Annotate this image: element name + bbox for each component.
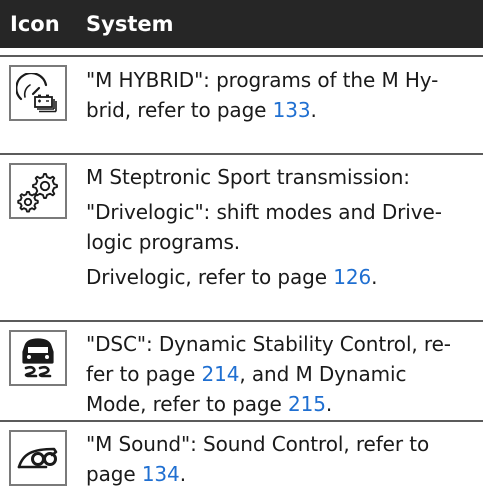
row2-para3-end: . — [371, 265, 378, 289]
row-text: "M Sound": Sound Control, refer to page … — [86, 429, 471, 489]
row1-line2-end: . — [310, 98, 317, 122]
row2-para1: M Steptronic Sport transmission: — [86, 165, 410, 189]
table-row-m-sound: "M Sound": Sound Control, refer to page … — [0, 420, 483, 486]
table-row-dsc: "DSC": Dynamic Stability Control, re- fe… — [0, 320, 483, 416]
m-hybrid-icon — [9, 65, 67, 121]
row3-line1: "DSC": Dynamic Stability Control, re- — [86, 332, 451, 356]
page-link-215[interactable]: 215 — [288, 392, 326, 416]
m-sound-icon-svg — [17, 447, 58, 469]
row3-line2-end: , and M Dynamic — [239, 362, 407, 386]
row-text: "M HYBRID": programs of the M Hy- brid, … — [86, 65, 471, 125]
dsc-icon-svg — [22, 338, 54, 378]
m-sound-icon — [9, 430, 67, 486]
row2-para2-line2: logic programs. — [86, 230, 241, 254]
header-system-label: System — [86, 12, 174, 36]
page-link-126[interactable]: 126 — [333, 265, 371, 289]
row3-line3: Mode, refer to page — [86, 392, 288, 416]
row4-line2-end: . — [179, 462, 186, 486]
table-header: Icon System — [0, 0, 483, 48]
row-text: M Steptronic Sport transmission: "Drivel… — [86, 162, 471, 292]
page-link-214[interactable]: 214 — [201, 362, 239, 386]
row4-line1: "M Sound": Sound Control, refer to — [86, 432, 430, 456]
table-row-m-hybrid: "M HYBRID": programs of the M Hy- brid, … — [0, 55, 483, 141]
m-hybrid-icon-svg — [16, 73, 57, 113]
dsc-skid-icon — [9, 330, 67, 386]
page-link-133[interactable]: 133 — [273, 98, 311, 122]
header-icon-label: Icon — [10, 12, 60, 36]
systems-table: Icon System "M HYBRID": programs of the … — [0, 0, 483, 486]
row1-line1: "M HYBRID": programs of the M Hy- — [86, 68, 439, 92]
row3-line2: fer to page — [86, 362, 202, 386]
row4-line2: page — [86, 462, 142, 486]
drivelogic-gears-icon — [9, 163, 67, 219]
row3-line3-end: . — [325, 392, 333, 416]
row1-line2: brid, refer to page — [86, 98, 273, 122]
table-row-drivelogic: M Steptronic Sport transmission: "Drivel… — [0, 153, 483, 313]
page-link-134[interactable]: 134 — [142, 462, 180, 486]
row2-para2-line1: "Drivelogic": shift modes and Drive- — [86, 200, 442, 224]
row-text: "DSC": Dynamic Stability Control, re- fe… — [86, 329, 471, 419]
gears-icon-svg — [17, 173, 58, 213]
row2-para3: Drivelogic, refer to page — [86, 265, 334, 289]
